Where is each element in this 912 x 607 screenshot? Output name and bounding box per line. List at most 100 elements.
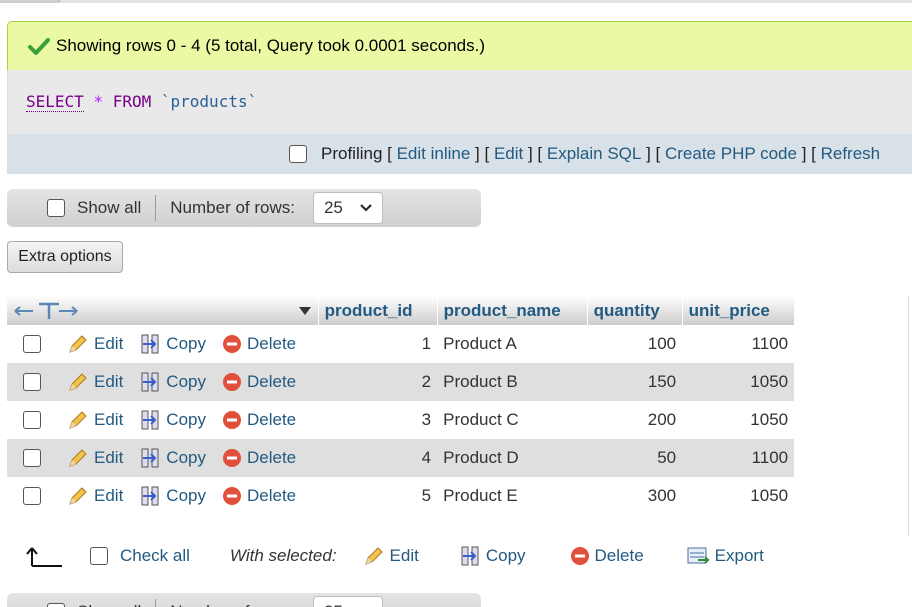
cell-product-name[interactable]: Product B bbox=[437, 363, 588, 401]
delete-icon bbox=[222, 335, 241, 353]
row-select-checkbox[interactable] bbox=[23, 335, 41, 353]
row-delete-button[interactable]: Delete bbox=[222, 486, 296, 506]
column-header-unit-price[interactable]: unit_price bbox=[682, 296, 795, 325]
row-actions-cell: Edit Copy Delete bbox=[7, 401, 319, 439]
table-body: Edit Copy Delete 1 Product A 100 1100 Ed… bbox=[7, 325, 795, 515]
check-all-label[interactable]: Check all bbox=[120, 546, 190, 566]
cell-product-name[interactable]: Product A bbox=[437, 325, 588, 363]
scrollbar-track[interactable] bbox=[908, 296, 912, 536]
cell-unit-price[interactable]: 1050 bbox=[682, 363, 795, 401]
with-selected-label: With selected: bbox=[229, 546, 337, 565]
row-delete-label: Delete bbox=[246, 410, 297, 429]
show-all-checkbox-bottom[interactable] bbox=[47, 603, 65, 607]
bulk-export-label: Export bbox=[714, 546, 764, 565]
row-copy-button[interactable]: Copy bbox=[139, 485, 206, 507]
row-copy-button[interactable]: Copy bbox=[139, 447, 206, 469]
row-copy-button[interactable]: Copy bbox=[139, 409, 206, 431]
table-row[interactable]: Edit Copy Delete 5 Product E 300 1050 bbox=[7, 477, 795, 515]
cell-quantity[interactable]: 300 bbox=[587, 477, 683, 515]
row-select-checkbox[interactable] bbox=[23, 487, 41, 505]
copy-icon bbox=[141, 334, 159, 354]
resize-arrows-icon[interactable] bbox=[13, 301, 79, 321]
copy-icon bbox=[141, 448, 159, 468]
success-message: Showing rows 0 - 4 (5 total, Query took … bbox=[7, 21, 912, 71]
profiling-checkbox[interactable] bbox=[289, 145, 307, 163]
cell-unit-price[interactable]: 1100 bbox=[682, 325, 795, 363]
row-delete-button[interactable]: Delete bbox=[222, 372, 296, 392]
cell-quantity[interactable]: 150 bbox=[587, 363, 683, 401]
table-row[interactable]: Edit Copy Delete 3 Product C 200 1050 bbox=[7, 401, 795, 439]
bulk-edit-label: Edit bbox=[389, 546, 419, 565]
number-of-rows-label-bottom: Number of rows: bbox=[170, 602, 295, 607]
pencil-icon bbox=[69, 449, 87, 467]
cell-unit-price[interactable]: 1100 bbox=[682, 439, 795, 477]
row-edit-button[interactable]: Edit bbox=[67, 485, 123, 507]
edit-inline-link[interactable]: Edit inline bbox=[397, 144, 471, 164]
copy-icon bbox=[461, 546, 479, 566]
number-of-rows-label: Number of rows: bbox=[170, 198, 295, 217]
cell-product-id[interactable]: 4 bbox=[318, 439, 438, 477]
cell-unit-price[interactable]: 1050 bbox=[682, 477, 795, 515]
rows-per-page-select[interactable]: 25 bbox=[312, 192, 383, 224]
cell-product-id[interactable]: 3 bbox=[318, 401, 438, 439]
cell-unit-price[interactable]: 1050 bbox=[682, 401, 795, 439]
row-copy-button[interactable]: Copy bbox=[139, 371, 206, 393]
rows-per-page-select-bottom[interactable]: 25 bbox=[312, 596, 383, 607]
checkmark-icon bbox=[28, 38, 50, 55]
sort-dropdown-icon[interactable] bbox=[298, 306, 312, 316]
extra-options-button[interactable]: Extra options bbox=[7, 241, 123, 273]
table-row[interactable]: Edit Copy Delete 4 Product D 50 1100 bbox=[7, 439, 795, 477]
table-row[interactable]: Edit Copy Delete 2 Product B 150 1050 bbox=[7, 363, 795, 401]
explain-sql-link[interactable]: Explain SQL bbox=[547, 144, 642, 164]
refresh-link[interactable]: Refresh bbox=[821, 144, 881, 164]
row-copy-label: Copy bbox=[166, 372, 206, 391]
delete-icon bbox=[222, 373, 241, 391]
row-copy-label: Copy bbox=[166, 486, 206, 505]
row-edit-label: Edit bbox=[94, 486, 124, 505]
row-select-checkbox[interactable] bbox=[23, 411, 41, 429]
row-delete-button[interactable]: Delete bbox=[222, 410, 296, 430]
create-php-code-link[interactable]: Create PHP code bbox=[665, 144, 797, 164]
cell-product-id[interactable]: 2 bbox=[318, 363, 438, 401]
row-delete-button[interactable]: Delete bbox=[222, 334, 296, 354]
navigation-bar-bottom: Show all Number of rows: 25 bbox=[7, 593, 481, 607]
cell-product-id[interactable]: 5 bbox=[318, 477, 438, 515]
cell-product-name[interactable]: Product D bbox=[437, 439, 588, 477]
column-header-product-id[interactable]: product_id bbox=[318, 296, 438, 325]
results-table: product_id product_name quantity unit_pr… bbox=[7, 296, 795, 515]
sql-select-keyword[interactable]: SELECT bbox=[26, 92, 84, 112]
bulk-copy-button[interactable]: Copy bbox=[459, 545, 526, 567]
row-copy-label: Copy bbox=[166, 334, 206, 353]
row-copy-button[interactable]: Copy bbox=[139, 333, 206, 355]
row-actions-cell: Edit Copy Delete bbox=[7, 477, 319, 515]
row-edit-button[interactable]: Edit bbox=[67, 371, 123, 393]
row-select-checkbox[interactable] bbox=[23, 449, 41, 467]
bulk-actions-bar: Check all With selected: Edit Copy Delet… bbox=[0, 535, 912, 577]
cell-product-id[interactable]: 1 bbox=[318, 325, 438, 363]
row-select-checkbox[interactable] bbox=[23, 373, 41, 391]
row-delete-button[interactable]: Delete bbox=[222, 448, 296, 468]
row-edit-button[interactable]: Edit bbox=[67, 333, 123, 355]
row-copy-label: Copy bbox=[166, 448, 206, 467]
cell-quantity[interactable]: 200 bbox=[587, 401, 683, 439]
copy-icon bbox=[141, 372, 159, 392]
column-header-quantity[interactable]: quantity bbox=[587, 296, 683, 325]
pencil-icon bbox=[69, 373, 87, 391]
pencil-icon bbox=[69, 335, 87, 353]
row-edit-button[interactable]: Edit bbox=[67, 409, 123, 431]
cell-product-name[interactable]: Product E bbox=[437, 477, 588, 515]
column-header-product-name[interactable]: product_name bbox=[437, 296, 588, 325]
bulk-edit-button[interactable]: Edit bbox=[363, 545, 419, 567]
show-all-checkbox[interactable] bbox=[47, 199, 65, 217]
top-tab-stub[interactable] bbox=[0, 0, 60, 3]
row-edit-label: Edit bbox=[94, 410, 124, 429]
edit-link[interactable]: Edit bbox=[494, 144, 523, 164]
row-edit-button[interactable]: Edit bbox=[67, 447, 123, 469]
check-all-checkbox[interactable] bbox=[90, 547, 108, 565]
bulk-delete-button[interactable]: Delete bbox=[570, 546, 644, 566]
cell-quantity[interactable]: 100 bbox=[587, 325, 683, 363]
table-row[interactable]: Edit Copy Delete 1 Product A 100 1100 bbox=[7, 325, 795, 363]
cell-product-name[interactable]: Product C bbox=[437, 401, 588, 439]
bulk-export-button[interactable]: Export bbox=[686, 545, 764, 567]
cell-quantity[interactable]: 50 bbox=[587, 439, 683, 477]
